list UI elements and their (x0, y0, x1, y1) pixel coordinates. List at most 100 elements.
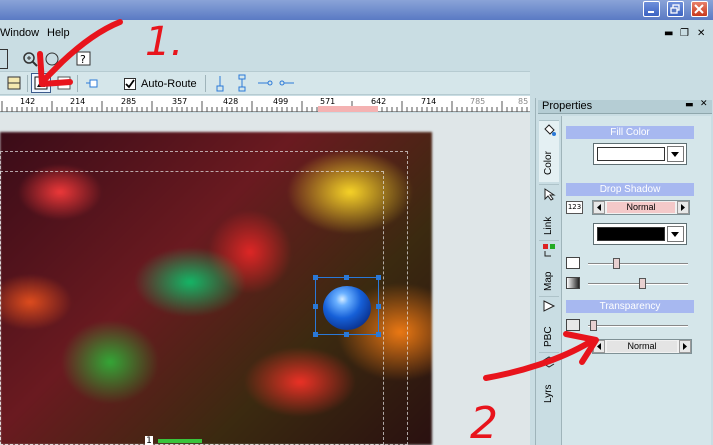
close-button[interactable] (691, 1, 708, 17)
shadow-mode-next-button[interactable] (677, 201, 689, 214)
route-vertical-button[interactable] (210, 73, 230, 93)
panel-pin-icon[interactable]: ▬ (685, 100, 694, 110)
help-button[interactable]: ? (74, 49, 94, 69)
resize-handle[interactable] (376, 332, 381, 337)
route-vertical-both-button[interactable] (232, 73, 252, 93)
transparency-track (588, 325, 688, 327)
shadow-offset-slider[interactable] (566, 256, 696, 272)
anchor-button[interactable] (84, 73, 104, 93)
transparency-mode-spinner[interactable]: Normal (592, 339, 692, 354)
maximize-button[interactable] (667, 1, 684, 17)
tab-lyrs[interactable]: Lyrs (539, 352, 559, 408)
resize-handle[interactable] (313, 275, 318, 280)
close-icon (694, 4, 704, 14)
resize-handle[interactable] (376, 304, 381, 309)
shadow-color-dropdown-button[interactable] (667, 226, 684, 242)
transparency-mode-next-button[interactable] (679, 340, 691, 353)
ruler-label: 642 (371, 97, 387, 106)
shadow-mode-value: Normal (607, 202, 675, 213)
link-pointer-icon (544, 188, 556, 201)
fill-color-swatch (597, 147, 665, 161)
tab-map-label: Map (543, 271, 554, 291)
page-indicator-bar (158, 439, 202, 443)
chevron-right-icon (681, 204, 685, 211)
toolbar-separator (27, 75, 28, 92)
transparency-icon (566, 319, 580, 331)
menu-bar: Window Help ▬ ❐ ✕ (0, 20, 713, 46)
resize-handle[interactable] (344, 275, 349, 280)
tab-lyrs-label: Lyrs (543, 384, 554, 403)
transparency-mode-prev-button[interactable] (593, 340, 605, 353)
shadow-color-swatch (597, 227, 665, 241)
transparency-heading: Transparency (566, 300, 694, 313)
menu-window[interactable]: Window (0, 27, 39, 39)
svg-text:?: ? (80, 53, 86, 66)
route-left-icon (258, 80, 273, 86)
shadow-softness-slider[interactable] (566, 276, 696, 292)
tab-pbc[interactable]: PBC (539, 296, 559, 352)
align-icon (7, 76, 21, 90)
transparency-thumb[interactable] (589, 320, 597, 331)
ruler-label: 357 (172, 97, 188, 106)
hand-icon (45, 52, 59, 66)
ruler-label: 499 (273, 97, 289, 106)
minimize-button[interactable] (643, 1, 660, 17)
shadow-offset-thumb[interactable] (613, 258, 621, 269)
align-button[interactable] (4, 73, 24, 93)
route-right-icon (279, 80, 294, 86)
mdi-minimize-button[interactable]: ▬ (664, 28, 673, 39)
autoroute-checkbox[interactable] (124, 78, 136, 90)
tab-color[interactable]: Color (539, 120, 559, 182)
tab-link[interactable]: Link (539, 184, 559, 240)
shadow-offset-track (588, 263, 688, 265)
anchor-icon (86, 79, 98, 88)
shadow-softness-thumb[interactable] (639, 278, 647, 289)
map-icon (543, 244, 555, 257)
toolbar-separator (77, 75, 78, 92)
restore-icon (670, 4, 680, 14)
object-list-button[interactable] (54, 73, 74, 93)
toolbar-object: Auto-Route (0, 71, 530, 95)
shadow-softness-icon (566, 277, 580, 289)
properties-panel: Properties ▬ ✕ Color Link Map PBC Lyrs F… (535, 98, 713, 445)
route-left-button[interactable] (255, 73, 275, 93)
resize-handle[interactable] (344, 332, 349, 337)
transparency-slider[interactable] (566, 318, 696, 334)
object-properties-button[interactable] (31, 73, 51, 93)
chevron-down-icon (671, 232, 679, 237)
pan-button[interactable] (42, 49, 62, 69)
shadow-offset-icon (566, 257, 580, 269)
tab-pbc-label: PBC (543, 326, 554, 347)
mdi-restore-button[interactable]: ❐ (680, 28, 689, 39)
paint-bucket-icon (544, 124, 556, 136)
chevron-down-icon (671, 152, 679, 157)
ruler-label: 285 (121, 97, 137, 106)
horizontal-ruler: 142 214 285 357 428 499 571 642 714 785 … (0, 96, 530, 112)
shadow-number-box[interactable]: 123 (566, 201, 583, 214)
mdi-close-button[interactable]: ✕ (697, 28, 705, 39)
help-icon: ? (76, 51, 91, 66)
route-vertical-icon (216, 76, 224, 92)
fill-color-dropdown-button[interactable] (667, 146, 684, 162)
ruler-label: 714 (421, 97, 437, 106)
menu-help[interactable]: Help (47, 27, 70, 39)
resize-handle[interactable] (376, 275, 381, 280)
list-icon (57, 76, 71, 90)
shadow-color-picker[interactable] (593, 223, 687, 245)
select-tool-button[interactable] (0, 49, 8, 69)
resize-handle[interactable] (313, 332, 318, 337)
shadow-mode-prev-button[interactable] (593, 201, 605, 214)
shadow-mode-spinner[interactable]: Normal (592, 200, 690, 215)
document-canvas[interactable]: 1 (0, 113, 530, 445)
pbc-icon (543, 300, 556, 312)
zoom-button[interactable] (20, 49, 40, 69)
fill-color-picker[interactable] (593, 143, 687, 165)
properties-tabs: Color Link Map PBC Lyrs (539, 118, 559, 445)
resize-handle[interactable] (313, 304, 318, 309)
route-right-button[interactable] (277, 73, 297, 93)
panel-close-icon[interactable]: ✕ (700, 99, 708, 109)
properties-header: Properties ▬ ✕ (538, 99, 712, 114)
tab-map[interactable]: Map (539, 240, 559, 296)
ruler-label: 214 (70, 97, 86, 106)
selection-box[interactable] (315, 277, 379, 335)
